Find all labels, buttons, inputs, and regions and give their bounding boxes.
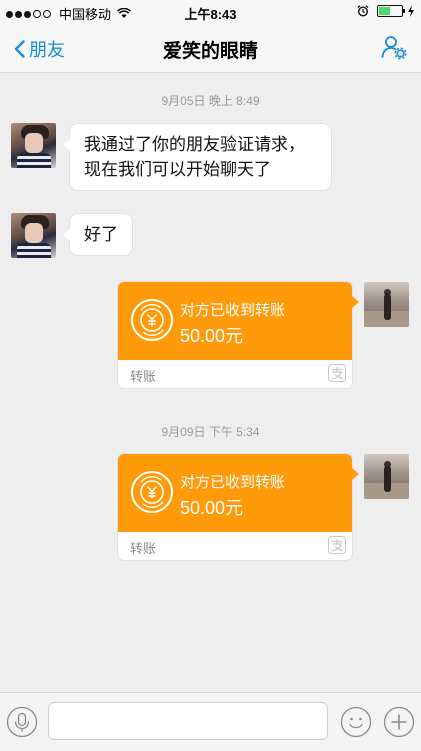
- chat-input-bar: [0, 692, 421, 751]
- charging-icon: [408, 5, 414, 17]
- battery-icon: [377, 5, 405, 17]
- add-attachment-button[interactable]: [383, 706, 415, 738]
- transfer-amount: 50.00元: [180, 498, 244, 518]
- transfer-card[interactable]: 对方已收到转账 50.00元 转账: [118, 454, 359, 560]
- transfer-label: 转账: [130, 541, 157, 556]
- message-text-line: 现在我们可以开始聊天了: [84, 160, 271, 179]
- friend-avatar[interactable]: [11, 213, 56, 258]
- emoji-button[interactable]: [340, 706, 372, 738]
- message-text: 好了: [84, 225, 118, 244]
- my-avatar[interactable]: [364, 282, 409, 327]
- voice-input-button[interactable]: [6, 706, 38, 738]
- alipay-logo-icon: [328, 536, 346, 554]
- transfer-coin-icon: [131, 299, 173, 341]
- friend-avatar[interactable]: [11, 123, 56, 168]
- chat-title: 爱笑的眼睛: [162, 41, 258, 62]
- transfer-status: 对方已收到转账: [180, 474, 286, 491]
- transfer-coin-icon: [131, 471, 173, 513]
- alarm-icon: [357, 5, 369, 17]
- navigation-bar: 朋友 爱笑的眼睛: [0, 24, 421, 73]
- user-settings-icon: [381, 36, 407, 60]
- my-avatar[interactable]: [364, 454, 409, 499]
- message-bubble[interactable]: 好了: [63, 214, 132, 255]
- transfer-amount: 50.00元: [180, 326, 244, 346]
- message-input[interactable]: [48, 702, 328, 740]
- alipay-logo-icon: [328, 364, 346, 382]
- transfer-status: 对方已收到转账: [180, 302, 286, 319]
- status-bar: 中国移动 上午8:43: [0, 0, 421, 24]
- message-timestamp: 9月05日 晚上 8:49: [161, 94, 260, 108]
- contact-profile-button[interactable]: [381, 34, 407, 65]
- message-bubble[interactable]: 我通过了你的朋友验证请求， 现在我们可以开始聊天了: [63, 124, 331, 190]
- transfer-card[interactable]: 对方已收到转账 50.00元 转账: [118, 282, 359, 388]
- message-text-line: 我通过了你的朋友验证请求，: [84, 135, 305, 154]
- message-timestamp: 9月09日 下午 5:34: [161, 425, 260, 439]
- transfer-label: 转账: [130, 369, 157, 384]
